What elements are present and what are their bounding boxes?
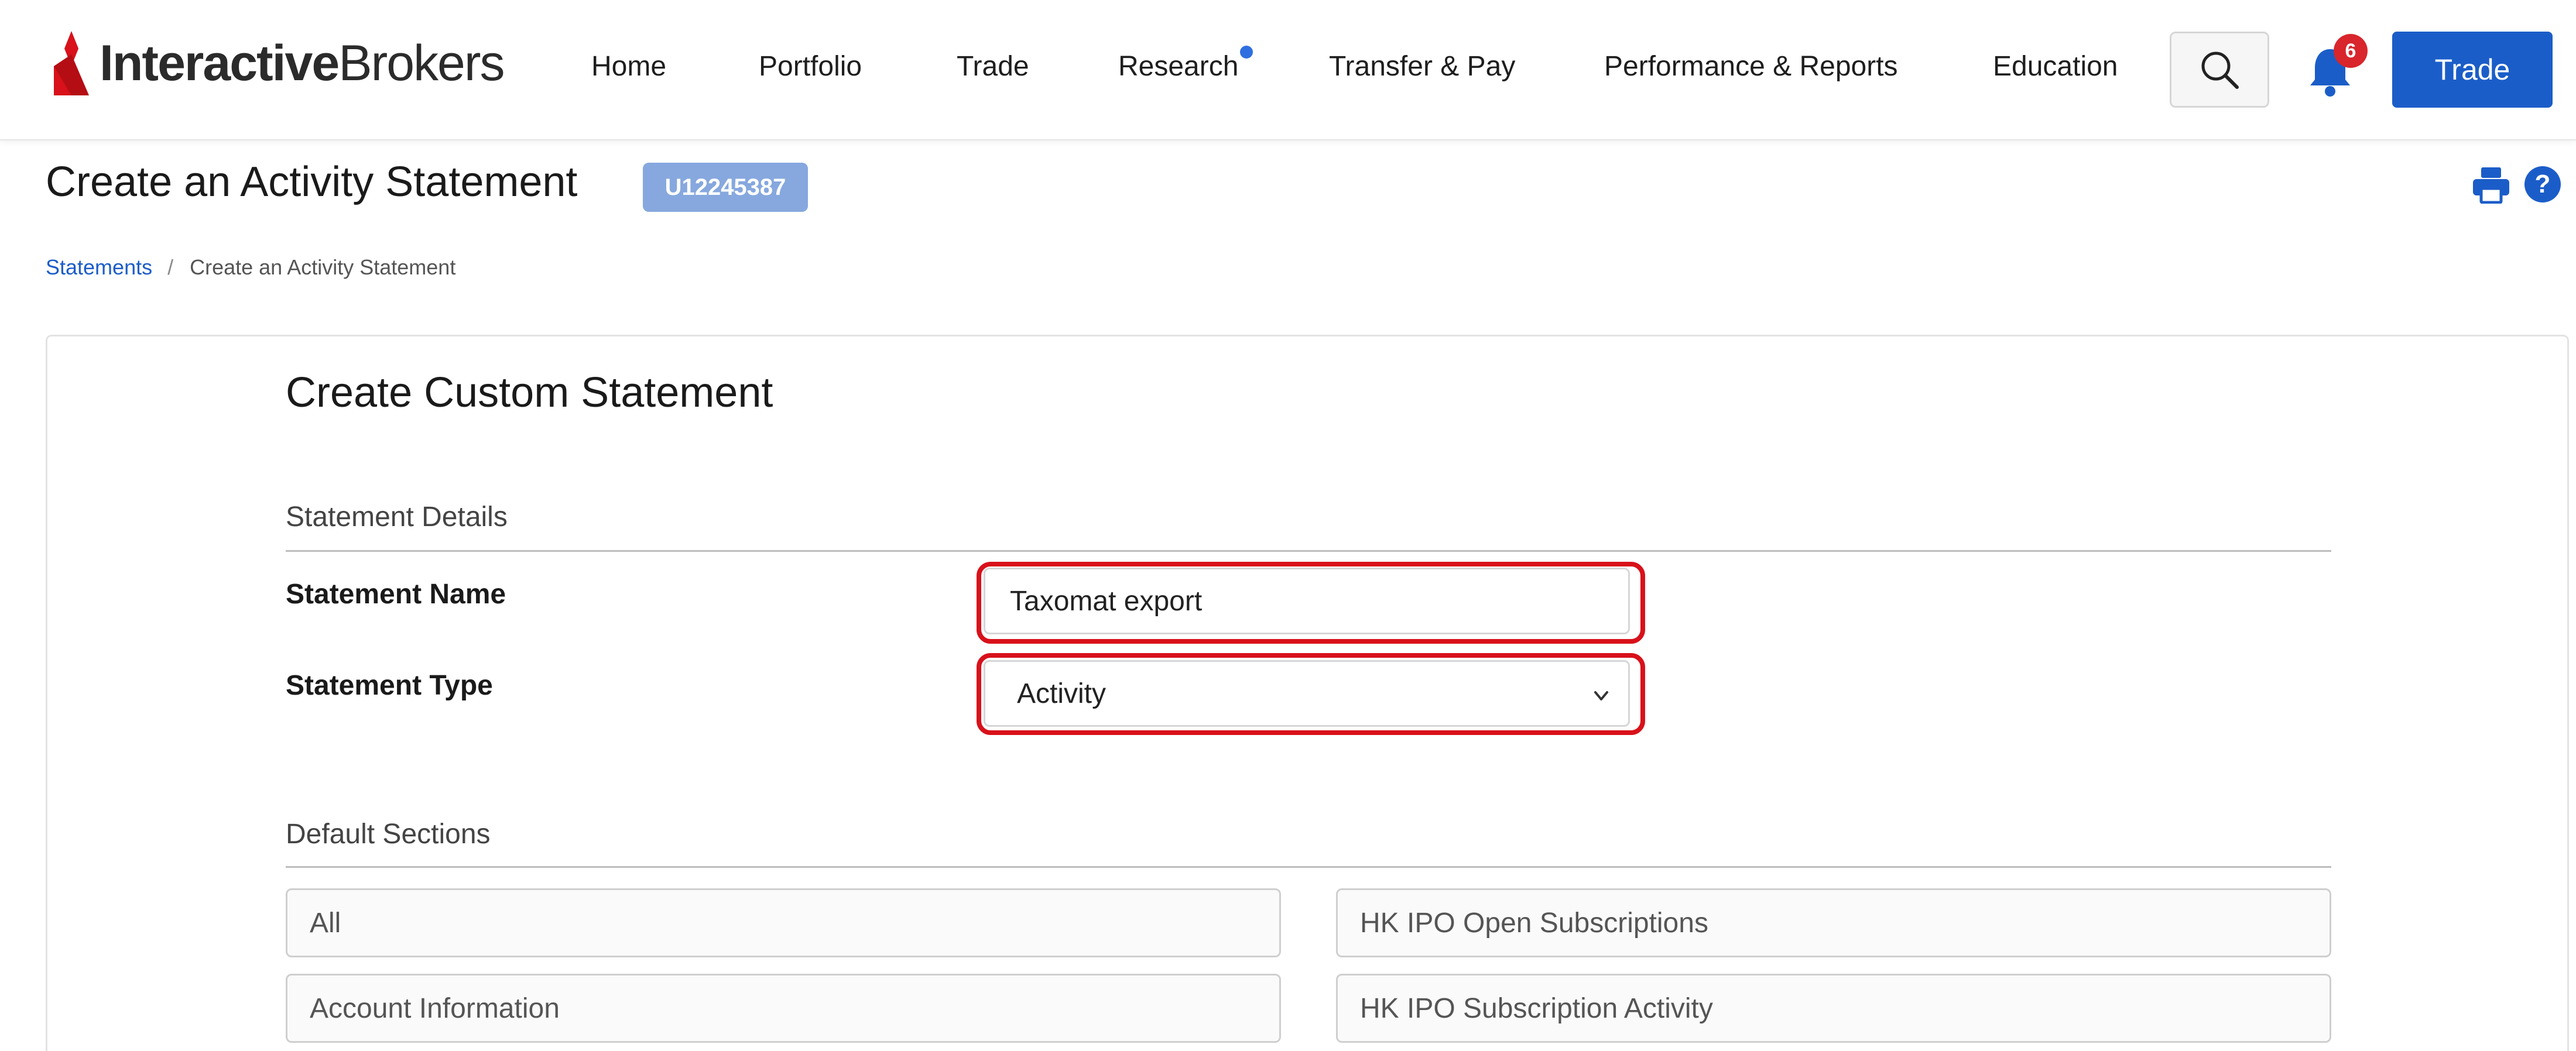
breadcrumb: Statements / Create an Activity Statemen…: [46, 255, 455, 280]
search-icon: [2201, 51, 2239, 89]
default-sections-heading: Default Sections: [286, 819, 491, 850]
breadcrumb-current: Create an Activity Statement: [190, 255, 456, 279]
nav-performance-reports[interactable]: Performance & Reports: [1604, 50, 1898, 83]
breadcrumb-separator: /: [167, 255, 174, 279]
nav-education[interactable]: Education: [1993, 50, 2118, 83]
page-title: Create an Activity Statement: [46, 159, 578, 205]
logo-mark-icon: [54, 31, 89, 95]
nav-portfolio[interactable]: Portfolio: [759, 50, 862, 83]
top-navbar: InteractiveBrokers Home Portfolio Trade …: [0, 0, 2576, 140]
nav-transfer-pay[interactable]: Transfer & Pay: [1329, 50, 1515, 83]
chevron-down-icon: [1594, 691, 1608, 700]
interactive-brokers-logo[interactable]: InteractiveBrokers: [54, 28, 505, 98]
form-title: Create Custom Statement: [286, 369, 773, 416]
nav-trade[interactable]: Trade: [957, 50, 1029, 83]
account-id-badge: U12245387: [643, 163, 808, 212]
statement-type-value: Activity: [1017, 678, 1107, 709]
section-option-hk-ipo-subscription-activity[interactable]: HK IPO Subscription Activity: [1336, 974, 2331, 1043]
section-option-account-information[interactable]: Account Information: [286, 974, 1281, 1043]
statement-details-heading: Statement Details: [286, 502, 508, 533]
notification-count-badge: 6: [2334, 34, 2368, 68]
logo-text: InteractiveBrokers: [100, 35, 505, 91]
nav-research[interactable]: Research: [1118, 50, 1238, 83]
section-option-hk-ipo-open-subscriptions[interactable]: HK IPO Open Subscriptions: [1336, 888, 2331, 957]
statement-type-select[interactable]: Activity: [984, 660, 1630, 727]
research-new-indicator: [1240, 46, 1253, 59]
statement-type-label: Statement Type: [286, 670, 493, 701]
nav-home[interactable]: Home: [591, 50, 666, 83]
section-option-all[interactable]: All: [286, 888, 1281, 957]
search-button[interactable]: [2170, 32, 2269, 108]
statement-name-input[interactable]: [984, 568, 1630, 634]
section-divider: [286, 550, 2331, 552]
trade-button[interactable]: Trade: [2392, 32, 2553, 108]
statement-name-label: Statement Name: [286, 579, 506, 610]
section-divider: [286, 866, 2331, 868]
print-icon[interactable]: [2472, 165, 2510, 204]
help-icon[interactable]: ?: [2524, 166, 2561, 202]
breadcrumb-statements-link[interactable]: Statements: [46, 255, 152, 280]
